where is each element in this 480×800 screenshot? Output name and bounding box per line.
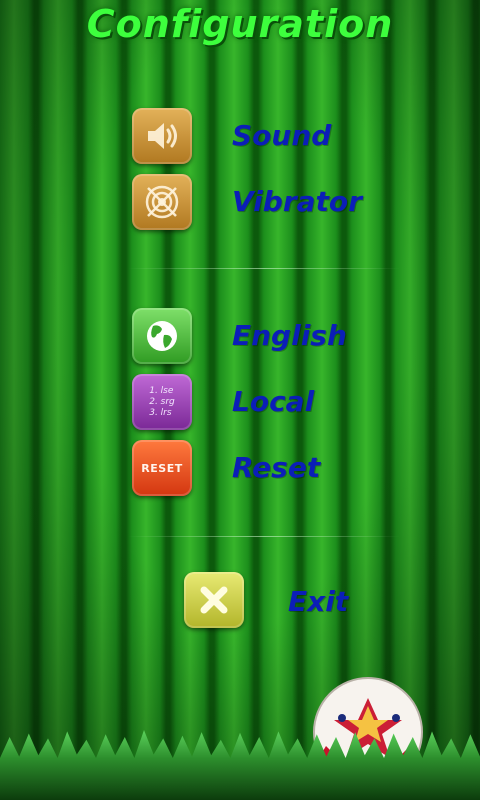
vibrator-label: Vibrator [232,185,362,218]
reset-row[interactable]: RESET Reset [0,438,480,498]
section-divider [128,536,400,537]
local-row[interactable]: 1. lse 2. srg 3. lrs Local [0,372,480,432]
english-button[interactable] [132,308,192,364]
vibrator-row[interactable]: Vibrator [0,172,480,232]
sound-row[interactable]: Sound [0,106,480,166]
english-label: English [232,319,347,352]
english-row[interactable]: English [0,306,480,366]
local-icon-line: 3. lrs [149,407,172,418]
page-title: Configuration [86,2,394,46]
local-label: Local [232,385,315,418]
exit-label: Exit [288,585,349,618]
section-divider [128,268,400,269]
reset-icon: RESET [141,461,183,475]
reset-label: Reset [232,451,321,484]
exit-row[interactable]: Exit [0,572,480,632]
globe-icon [147,321,177,351]
local-icon-line: 1. lse [149,385,174,396]
local-icon-line: 2. srg [149,396,175,407]
vibration-icon [145,185,179,219]
numbered-list-icon: 1. lse 2. srg 3. lrs [149,386,175,419]
local-button[interactable]: 1. lse 2. srg 3. lrs [132,374,192,430]
vibrator-button[interactable] [132,174,192,230]
sound-label: Sound [232,119,332,152]
close-x-icon [200,586,228,614]
reset-button[interactable]: RESET [132,440,192,496]
speaker-icon [148,123,177,149]
sound-button[interactable] [132,108,192,164]
exit-button[interactable] [184,572,244,628]
